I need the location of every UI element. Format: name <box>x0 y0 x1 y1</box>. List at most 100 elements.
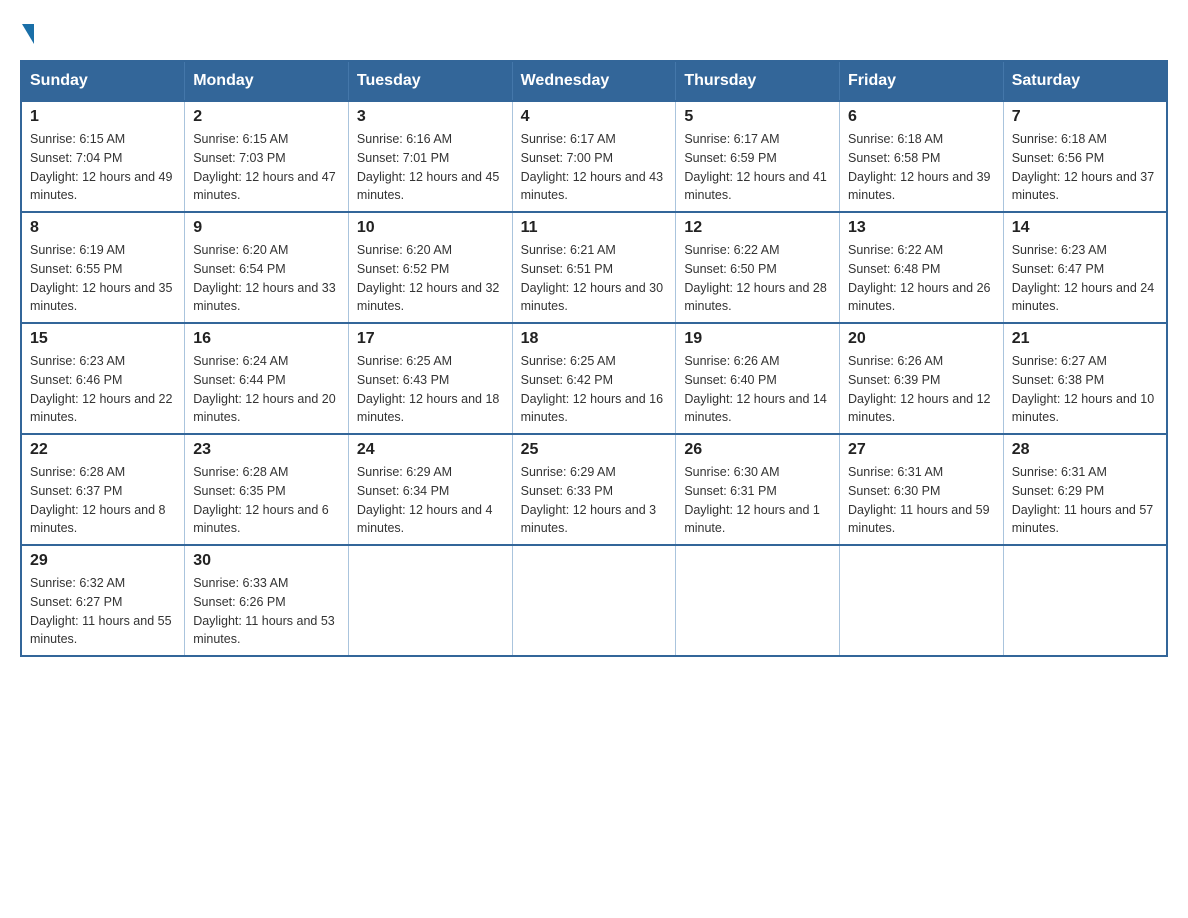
calendar-day-cell: 19 Sunrise: 6:26 AMSunset: 6:40 PMDayligh… <box>676 323 840 434</box>
day-info: Sunrise: 6:18 AMSunset: 6:58 PMDaylight:… <box>848 130 995 205</box>
day-info: Sunrise: 6:32 AMSunset: 6:27 PMDaylight:… <box>30 574 176 649</box>
calendar-day-cell: 11 Sunrise: 6:21 AMSunset: 6:51 PMDayligh… <box>512 212 676 323</box>
calendar-day-cell <box>840 545 1004 656</box>
day-info: Sunrise: 6:25 AMSunset: 6:43 PMDaylight:… <box>357 352 504 427</box>
day-number: 3 <box>357 108 504 126</box>
calendar-week-row: 1 Sunrise: 6:15 AMSunset: 7:04 PMDaylight… <box>21 101 1167 212</box>
calendar-day-cell: 13 Sunrise: 6:22 AMSunset: 6:48 PMDayligh… <box>840 212 1004 323</box>
day-info: Sunrise: 6:16 AMSunset: 7:01 PMDaylight:… <box>357 130 504 205</box>
calendar-day-cell: 1 Sunrise: 6:15 AMSunset: 7:04 PMDaylight… <box>21 101 185 212</box>
day-number: 8 <box>30 219 176 237</box>
day-number: 10 <box>357 219 504 237</box>
calendar-day-cell: 18 Sunrise: 6:25 AMSunset: 6:42 PMDayligh… <box>512 323 676 434</box>
day-number: 21 <box>1012 330 1158 348</box>
day-number: 7 <box>1012 108 1158 126</box>
day-number: 23 <box>193 441 340 459</box>
calendar-day-cell: 4 Sunrise: 6:17 AMSunset: 7:00 PMDaylight… <box>512 101 676 212</box>
day-number: 19 <box>684 330 831 348</box>
day-number: 1 <box>30 108 176 126</box>
calendar-day-cell: 20 Sunrise: 6:26 AMSunset: 6:39 PMDayligh… <box>840 323 1004 434</box>
calendar-day-cell: 22Sunrise: 6:28 AMSunset: 6:37 PMDayligh… <box>21 434 185 545</box>
day-number: 17 <box>357 330 504 348</box>
calendar-day-cell: 6 Sunrise: 6:18 AMSunset: 6:58 PMDaylight… <box>840 101 1004 212</box>
day-info: Sunrise: 6:29 AMSunset: 6:33 PMDaylight:… <box>521 463 668 538</box>
weekday-header-thursday: Thursday <box>676 61 840 101</box>
calendar-day-cell: 17 Sunrise: 6:25 AMSunset: 6:43 PMDayligh… <box>348 323 512 434</box>
day-number: 13 <box>848 219 995 237</box>
calendar-day-cell: 7 Sunrise: 6:18 AMSunset: 6:56 PMDaylight… <box>1003 101 1167 212</box>
day-info: Sunrise: 6:33 AMSunset: 6:26 PMDaylight:… <box>193 574 340 649</box>
logo-triangle-icon <box>22 24 34 44</box>
calendar-day-cell: 26 Sunrise: 6:30 AMSunset: 6:31 PMDayligh… <box>676 434 840 545</box>
day-info: Sunrise: 6:31 AMSunset: 6:30 PMDaylight:… <box>848 463 995 538</box>
calendar-day-cell: 28Sunrise: 6:31 AMSunset: 6:29 PMDayligh… <box>1003 434 1167 545</box>
calendar-day-cell: 21 Sunrise: 6:27 AMSunset: 6:38 PMDayligh… <box>1003 323 1167 434</box>
calendar-day-cell: 29Sunrise: 6:32 AMSunset: 6:27 PMDayligh… <box>21 545 185 656</box>
calendar-day-cell: 3 Sunrise: 6:16 AMSunset: 7:01 PMDaylight… <box>348 101 512 212</box>
day-info: Sunrise: 6:18 AMSunset: 6:56 PMDaylight:… <box>1012 130 1158 205</box>
calendar-week-row: 15Sunrise: 6:23 AMSunset: 6:46 PMDayligh… <box>21 323 1167 434</box>
day-info: Sunrise: 6:26 AMSunset: 6:40 PMDaylight:… <box>684 352 831 427</box>
day-info: Sunrise: 6:17 AMSunset: 6:59 PMDaylight:… <box>684 130 831 205</box>
calendar-day-cell: 30 Sunrise: 6:33 AMSunset: 6:26 PMDayligh… <box>185 545 349 656</box>
weekday-header-friday: Friday <box>840 61 1004 101</box>
calendar-day-cell: 8 Sunrise: 6:19 AMSunset: 6:55 PMDaylight… <box>21 212 185 323</box>
day-info: Sunrise: 6:26 AMSunset: 6:39 PMDaylight:… <box>848 352 995 427</box>
day-number: 28 <box>1012 441 1158 459</box>
day-info: Sunrise: 6:27 AMSunset: 6:38 PMDaylight:… <box>1012 352 1158 427</box>
calendar-week-row: 29Sunrise: 6:32 AMSunset: 6:27 PMDayligh… <box>21 545 1167 656</box>
calendar-day-cell: 23 Sunrise: 6:28 AMSunset: 6:35 PMDayligh… <box>185 434 349 545</box>
calendar-day-cell <box>512 545 676 656</box>
day-number: 2 <box>193 108 340 126</box>
calendar-day-cell: 24Sunrise: 6:29 AMSunset: 6:34 PMDayligh… <box>348 434 512 545</box>
day-info: Sunrise: 6:30 AMSunset: 6:31 PMDaylight:… <box>684 463 831 538</box>
day-number: 27 <box>848 441 995 459</box>
calendar-day-cell: 9 Sunrise: 6:20 AMSunset: 6:54 PMDaylight… <box>185 212 349 323</box>
day-number: 15 <box>30 330 176 348</box>
day-info: Sunrise: 6:20 AMSunset: 6:52 PMDaylight:… <box>357 241 504 316</box>
day-info: Sunrise: 6:15 AMSunset: 7:03 PMDaylight:… <box>193 130 340 205</box>
day-number: 30 <box>193 552 340 570</box>
day-info: Sunrise: 6:15 AMSunset: 7:04 PMDaylight:… <box>30 130 176 205</box>
day-number: 26 <box>684 441 831 459</box>
day-number: 11 <box>521 219 668 237</box>
calendar-day-cell: 10 Sunrise: 6:20 AMSunset: 6:52 PMDayligh… <box>348 212 512 323</box>
day-info: Sunrise: 6:28 AMSunset: 6:35 PMDaylight:… <box>193 463 340 538</box>
weekday-header-monday: Monday <box>185 61 349 101</box>
calendar-day-cell: 14 Sunrise: 6:23 AMSunset: 6:47 PMDayligh… <box>1003 212 1167 323</box>
day-number: 18 <box>521 330 668 348</box>
day-number: 22 <box>30 441 176 459</box>
calendar-week-row: 22Sunrise: 6:28 AMSunset: 6:37 PMDayligh… <box>21 434 1167 545</box>
calendar-day-cell: 25 Sunrise: 6:29 AMSunset: 6:33 PMDayligh… <box>512 434 676 545</box>
day-info: Sunrise: 6:19 AMSunset: 6:55 PMDaylight:… <box>30 241 176 316</box>
day-info: Sunrise: 6:21 AMSunset: 6:51 PMDaylight:… <box>521 241 668 316</box>
day-info: Sunrise: 6:20 AMSunset: 6:54 PMDaylight:… <box>193 241 340 316</box>
day-number: 9 <box>193 219 340 237</box>
day-number: 14 <box>1012 219 1158 237</box>
calendar-day-cell <box>676 545 840 656</box>
calendar-day-cell: 16 Sunrise: 6:24 AMSunset: 6:44 PMDayligh… <box>185 323 349 434</box>
day-info: Sunrise: 6:24 AMSunset: 6:44 PMDaylight:… <box>193 352 340 427</box>
weekday-header-tuesday: Tuesday <box>348 61 512 101</box>
calendar-day-cell: 27 Sunrise: 6:31 AMSunset: 6:30 PMDayligh… <box>840 434 1004 545</box>
day-info: Sunrise: 6:25 AMSunset: 6:42 PMDaylight:… <box>521 352 668 427</box>
calendar-day-cell <box>1003 545 1167 656</box>
calendar-week-row: 8 Sunrise: 6:19 AMSunset: 6:55 PMDaylight… <box>21 212 1167 323</box>
logo <box>20 20 34 40</box>
day-info: Sunrise: 6:22 AMSunset: 6:48 PMDaylight:… <box>848 241 995 316</box>
day-number: 6 <box>848 108 995 126</box>
calendar-day-cell: 15Sunrise: 6:23 AMSunset: 6:46 PMDayligh… <box>21 323 185 434</box>
day-number: 20 <box>848 330 995 348</box>
weekday-header-saturday: Saturday <box>1003 61 1167 101</box>
weekday-header-wednesday: Wednesday <box>512 61 676 101</box>
day-info: Sunrise: 6:22 AMSunset: 6:50 PMDaylight:… <box>684 241 831 316</box>
day-number: 25 <box>521 441 668 459</box>
calendar-day-cell: 5Sunrise: 6:17 AMSunset: 6:59 PMDaylight… <box>676 101 840 212</box>
page-header <box>20 20 1168 40</box>
day-number: 12 <box>684 219 831 237</box>
day-number: 4 <box>521 108 668 126</box>
day-info: Sunrise: 6:23 AMSunset: 6:47 PMDaylight:… <box>1012 241 1158 316</box>
day-info: Sunrise: 6:17 AMSunset: 7:00 PMDaylight:… <box>521 130 668 205</box>
calendar-day-cell: 12 Sunrise: 6:22 AMSunset: 6:50 PMDayligh… <box>676 212 840 323</box>
day-number: 16 <box>193 330 340 348</box>
